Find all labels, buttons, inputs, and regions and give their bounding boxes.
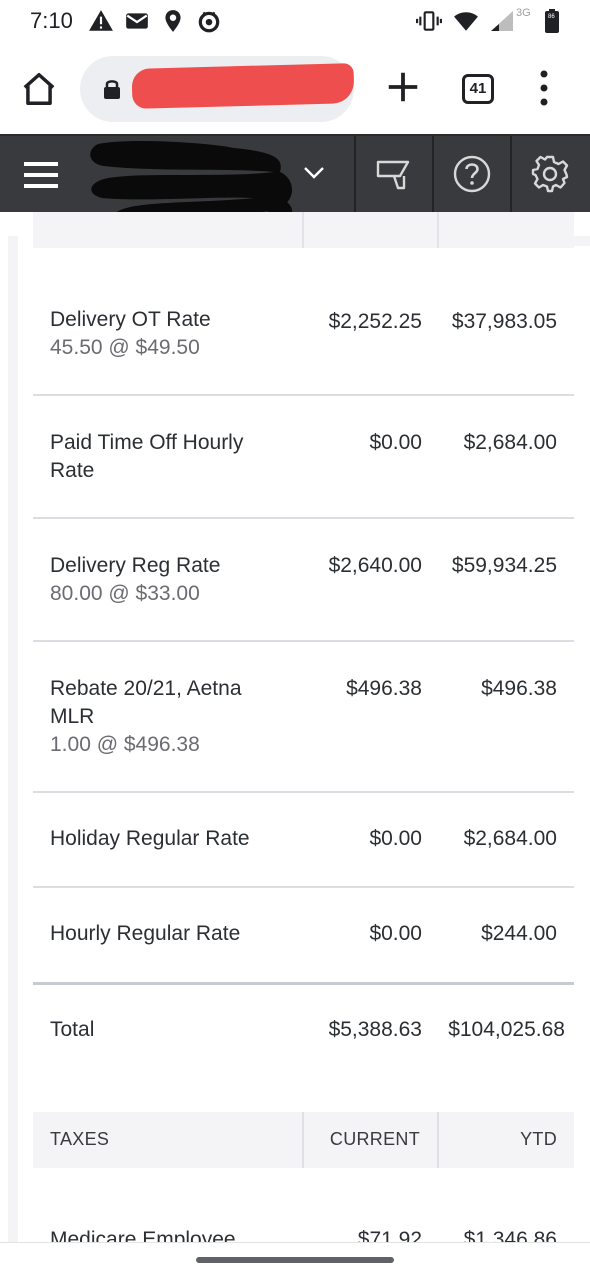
location-icon [165, 10, 181, 32]
megaphone-icon [376, 160, 410, 190]
earning-hours-rate: 45.50 @ $49.50 [50, 336, 200, 359]
help-button[interactable] [434, 136, 510, 214]
battery-icon [545, 9, 559, 33]
card-edge [8, 236, 18, 1242]
earnings-row: Delivery Reg Rate 80.00 @ $33.00 $2,640.… [33, 519, 574, 642]
vibrate-icon [416, 11, 442, 31]
earnings-row: Hourly Regular Rate $0.00 $244.00 [33, 888, 574, 985]
gesture-handle[interactable] [196, 1257, 394, 1263]
browser-toolbar: 41 [0, 42, 590, 134]
current-column-header[interactable]: CURRENT [330, 1129, 420, 1150]
total-ytd: $104,025.68 [448, 1018, 565, 1041]
wifi-icon [454, 12, 478, 31]
column-divider [437, 1112, 439, 1168]
tax-name: Medicare Employee [50, 1228, 236, 1242]
redaction-mark [131, 63, 355, 109]
battery-level: 86 [548, 14, 555, 20]
system-nav-bar [0, 1242, 590, 1280]
earning-name-text: Delivery OT Rate [50, 308, 211, 331]
chevron-down-icon[interactable] [302, 164, 326, 182]
earning-current: $0.00 [369, 922, 422, 945]
earning-ytd: $496.38 [481, 677, 557, 700]
earning-name: Hourly Regular Rate [50, 920, 290, 948]
tax-current: $71.92 [357, 1228, 422, 1242]
ytd-column-header[interactable]: YTD [520, 1129, 557, 1150]
earning-name: Rebate 20/21, Aetna MLR 1.00 @ $496.38 [50, 675, 290, 759]
help-icon [453, 155, 491, 193]
hamburger-menu-icon[interactable] [24, 162, 58, 188]
lock-icon [104, 80, 120, 99]
earning-current: $496.38 [346, 677, 422, 700]
signal-icon [491, 11, 513, 31]
total-current: $5,388.63 [328, 1018, 422, 1041]
status-time: 7:10 [30, 8, 73, 33]
earning-current: $0.00 [369, 827, 422, 850]
earning-name-text: Delivery Reg Rate [50, 554, 221, 577]
new-tab-icon[interactable] [384, 68, 422, 106]
column-divider [302, 1112, 304, 1168]
paystub-content[interactable]: Delivery OT Rate 45.50 @ $49.50 $2,252.2… [0, 212, 590, 1242]
tax-ytd: $1,346.86 [463, 1228, 557, 1242]
taxes-table-header: TAXES CURRENT YTD [33, 1112, 574, 1168]
earning-current: $2,640.00 [328, 554, 422, 577]
status-bar: 7:10 3G 86 [0, 0, 590, 42]
earning-name-text: Paid Time Off Hourly Rate [50, 431, 244, 482]
earning-name: Delivery Reg Rate 80.00 @ $33.00 [50, 552, 290, 608]
earning-hours-rate: 1.00 @ $496.38 [50, 733, 200, 756]
earnings-row: Rebate 20/21, Aetna MLR 1.00 @ $496.38 $… [33, 642, 574, 793]
earning-name: Holiday Regular Rate [50, 825, 290, 853]
earning-ytd: $244.00 [481, 922, 557, 945]
total-label: Total [50, 1018, 95, 1041]
earning-name-text: Holiday Regular Rate [50, 827, 250, 850]
announcements-button[interactable] [356, 136, 432, 214]
gear-icon [531, 155, 569, 193]
earning-hours-rate: 80.00 @ $33.00 [50, 582, 200, 605]
earning-name: Delivery OT Rate 45.50 @ $49.50 [50, 306, 290, 362]
earning-ytd: $2,684.00 [463, 827, 557, 850]
taxes-row: Medicare Employee $71.92 $1,346.86 [33, 1224, 574, 1242]
earning-name: Paid Time Off Hourly Rate [50, 429, 290, 485]
earnings-row: Holiday Regular Rate $0.00 $2,684.00 [33, 793, 574, 888]
earning-name-text: Rebate 20/21, Aetna MLR [50, 677, 242, 728]
earnings-row: Delivery OT Rate 45.50 @ $49.50 $2,252.2… [33, 248, 574, 396]
tab-switcher-button[interactable]: 41 [462, 74, 494, 104]
earning-current: $0.00 [369, 431, 422, 454]
earning-ytd: $2,684.00 [463, 431, 557, 454]
alert-icon [89, 10, 113, 31]
earning-ytd: $37,983.05 [451, 310, 557, 333]
earning-current: $2,252.25 [328, 310, 422, 333]
earning-name-text: Hourly Regular Rate [50, 922, 241, 945]
card-edge [574, 236, 590, 246]
settings-button[interactable] [512, 136, 588, 214]
address-bar[interactable] [80, 56, 355, 122]
earnings-row: Paid Time Off Hourly Rate $0.00 $2,684.0… [33, 396, 574, 519]
taxes-column-header[interactable]: TAXES [50, 1129, 109, 1150]
network-type: 3G [516, 7, 531, 19]
mail-icon [126, 13, 148, 29]
more-menu-icon[interactable] [532, 68, 556, 108]
home-icon[interactable] [20, 70, 58, 108]
app-icon [198, 11, 220, 33]
earnings-header-strip [33, 212, 574, 248]
app-header [0, 134, 590, 227]
earning-ytd: $59,934.25 [451, 554, 557, 577]
